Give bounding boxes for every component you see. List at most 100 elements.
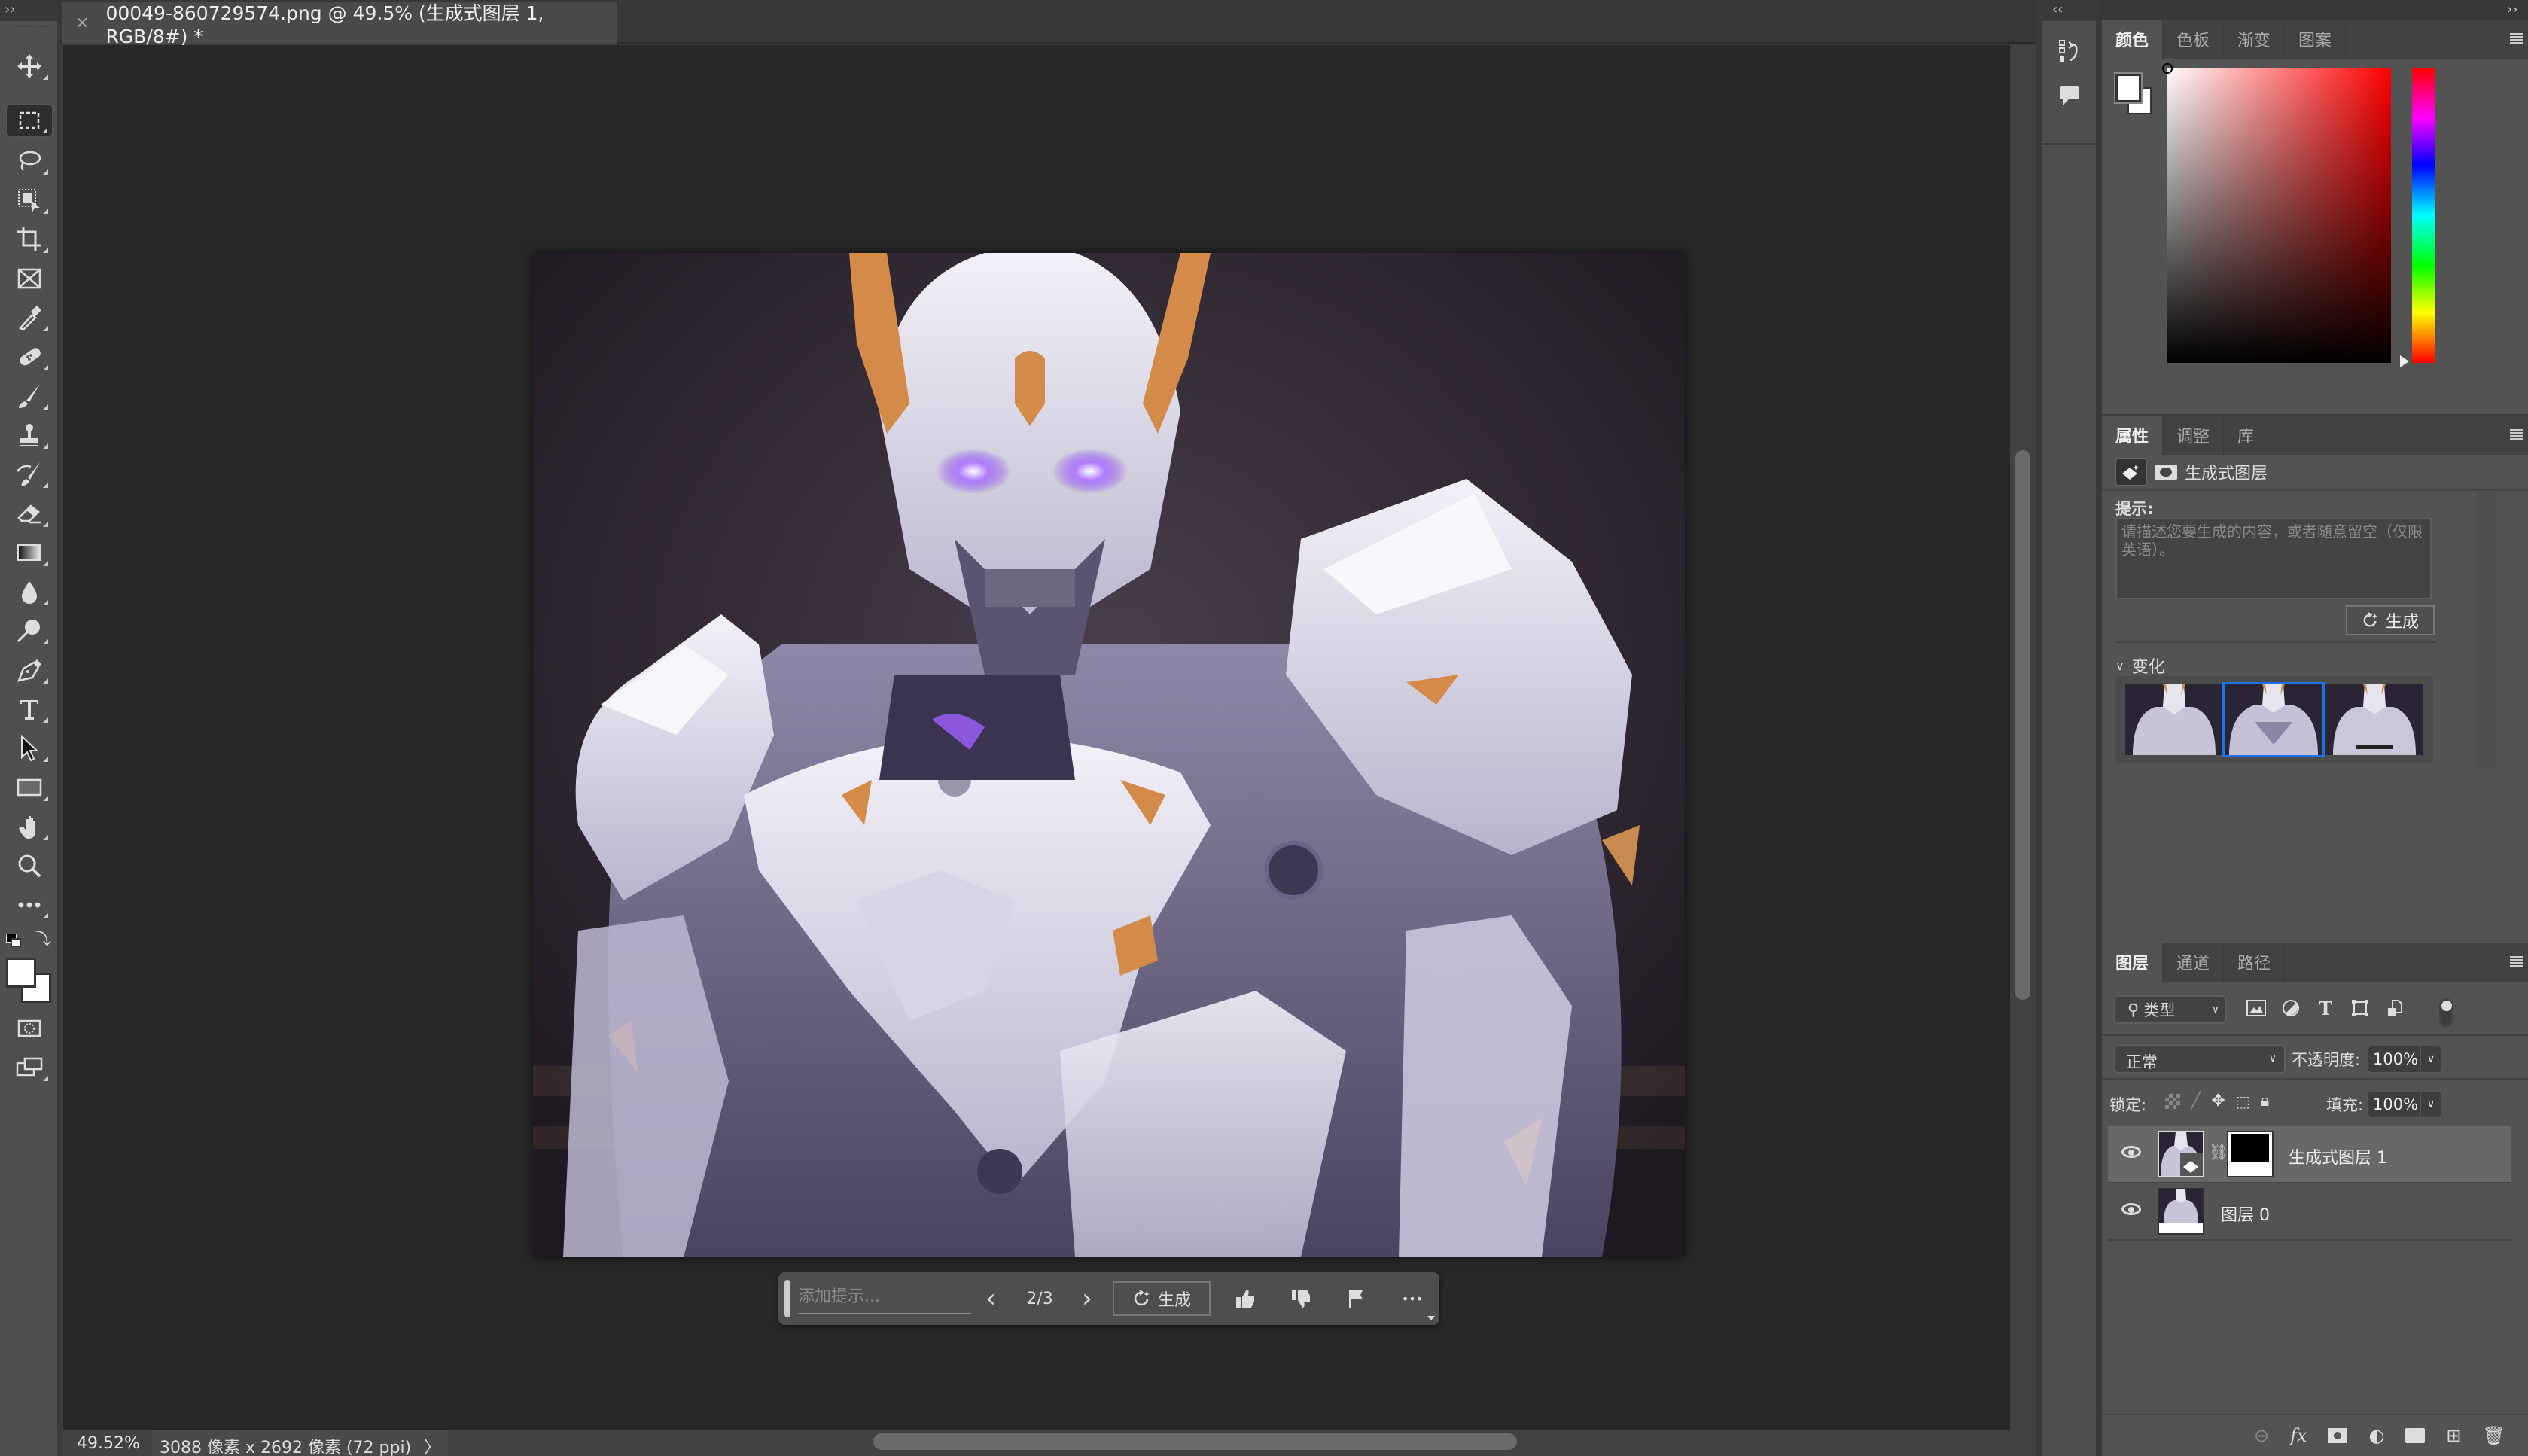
document-info[interactable]: 3088 像素 x 2692 像素 (72 ppi) 〉	[152, 1430, 449, 1456]
pixel-layer-filter-icon[interactable]	[2245, 997, 2268, 1019]
report-flag-button[interactable]	[1339, 1281, 1375, 1316]
clone-stamp-tool[interactable]	[6, 419, 53, 452]
fill-field[interactable]: 100% ∨	[2367, 1090, 2442, 1119]
previous-variation-button[interactable]: ‹	[976, 1281, 1006, 1316]
generate-button[interactable]: 生成	[1113, 1281, 1211, 1316]
next-variation-button[interactable]: ›	[1072, 1281, 1102, 1316]
prompt-textarea[interactable]	[2115, 518, 2432, 599]
saturation-brightness-picker[interactable]	[2167, 68, 2391, 363]
status-more-chevron-icon[interactable]: 〉	[424, 1439, 440, 1456]
hue-slider-handle[interactable]	[2400, 355, 2409, 367]
close-tab-icon[interactable]: ×	[75, 14, 89, 32]
zoom-level[interactable]: 49.52%	[77, 1434, 140, 1453]
layer-row-layer-0[interactable]: 图层 0	[2108, 1183, 2511, 1241]
rectangular-marquee-tool[interactable]	[6, 104, 53, 137]
variation-thumbnail-2[interactable]	[2222, 682, 2325, 757]
default-colors-icon[interactable]	[6, 934, 23, 949]
taskbar-settings-caret-icon[interactable]	[1427, 1316, 1435, 1320]
mask-link-chain-icon[interactable]: ⛓	[2209, 1143, 2228, 1161]
color-picker-marker[interactable]	[2162, 63, 2173, 74]
screen-mode-button[interactable]	[6, 1051, 53, 1084]
smart-object-filter-icon[interactable]	[2383, 997, 2406, 1019]
layer-name[interactable]: 图层 0	[2221, 1202, 2270, 1226]
taskbar-drag-handle[interactable]	[784, 1280, 790, 1317]
blur-tool[interactable]	[6, 575, 53, 608]
type-tool[interactable]	[6, 693, 53, 726]
lock-image-brush-icon[interactable]: ╱	[2191, 1092, 2201, 1110]
quick-mask-button[interactable]	[6, 1012, 53, 1045]
tab-paths[interactable]: 路径	[2224, 943, 2286, 982]
foreground-color-swatch[interactable]	[6, 958, 36, 988]
collapse-toolbar-button[interactable]: ››	[5, 2, 57, 18]
add-prompt-input[interactable]	[798, 1280, 971, 1314]
link-layers-icon[interactable]: ⊖	[2254, 1425, 2269, 1446]
type-layer-filter-icon[interactable]: T	[2314, 997, 2337, 1019]
thumbs-up-button[interactable]	[1227, 1281, 1263, 1316]
lock-position-move-icon[interactable]: ✥	[2211, 1092, 2225, 1110]
dodge-tool[interactable]	[6, 614, 53, 647]
foreground-color-swatch[interactable]	[2114, 72, 2143, 104]
document-tab[interactable]: × 00049-860729574.png @ 49.5% (生成式图层 1, …	[62, 2, 617, 47]
healing-brush-tool[interactable]	[6, 340, 53, 373]
panel-menu-icon[interactable]	[2510, 956, 2523, 967]
properties-scrollbar[interactable]	[2477, 491, 2496, 769]
chevron-down-icon[interactable]: ∨	[2420, 1046, 2441, 1072]
object-selection-tool[interactable]	[6, 184, 53, 217]
lasso-tool[interactable]	[6, 145, 53, 178]
opacity-field[interactable]: 100% ∨	[2367, 1045, 2442, 1074]
eraser-tool[interactable]	[6, 497, 53, 530]
gradient-tool[interactable]	[6, 536, 53, 569]
lock-artboard-icon[interactable]: ⬚	[2236, 1092, 2250, 1110]
expand-dock-button[interactable]: ››	[2507, 2, 2517, 17]
edit-toolbar-button[interactable]	[6, 888, 53, 921]
hand-tool[interactable]	[6, 810, 53, 843]
new-layer-icon[interactable]: ⊞	[2446, 1425, 2461, 1446]
generative-layer-icon[interactable]	[2115, 458, 2147, 486]
layer-filter-toggle[interactable]	[2439, 998, 2453, 1027]
add-mask-icon[interactable]	[2328, 1428, 2348, 1443]
thumbs-down-button[interactable]	[1283, 1281, 1319, 1316]
history-panel-button[interactable]	[2057, 38, 2084, 65]
swap-colors-icon[interactable]: ⤵	[35, 932, 53, 950]
lock-all-padlock-icon[interactable]: 🔒︎	[2261, 1092, 2270, 1110]
layer-filter-dropdown[interactable]: ⚲ 类型 ∨	[2114, 995, 2227, 1024]
more-options-button[interactable]: •••	[1394, 1281, 1430, 1316]
tab-patterns[interactable]: 图案	[2285, 20, 2347, 59]
generate-button[interactable]: 生成	[2346, 605, 2435, 635]
comments-panel-button[interactable]	[2057, 81, 2084, 108]
tab-swatches[interactable]: 色板	[2163, 20, 2225, 59]
layer-name[interactable]: 生成式图层 1	[2289, 1144, 2387, 1168]
variation-thumbnail-1[interactable]	[2123, 682, 2225, 757]
crop-tool[interactable]	[6, 223, 53, 256]
canvas-image-mech-armor[interactable]	[533, 253, 1685, 1257]
panel-menu-icon[interactable]	[2510, 33, 2523, 44]
tab-libraries[interactable]: 库	[2224, 416, 2269, 455]
rectangle-tool[interactable]	[6, 771, 53, 804]
path-selection-tool[interactable]	[6, 732, 53, 765]
variations-section-toggle[interactable]: ∨ 变化	[2115, 653, 2165, 678]
adjustment-layer-filter-icon[interactable]	[2280, 997, 2302, 1019]
layer-mask-icon[interactable]	[2155, 465, 2177, 480]
visibility-eye-icon[interactable]	[2121, 1146, 2141, 1158]
layer-mask-thumbnail[interactable]	[2227, 1131, 2274, 1177]
layer-row-generative-layer-1[interactable]: ⛓ 生成式图层 1	[2108, 1126, 2511, 1183]
brush-tool[interactable]	[6, 379, 53, 413]
group-folder-icon[interactable]	[2405, 1428, 2426, 1443]
shape-layer-filter-icon[interactable]	[2349, 997, 2371, 1019]
chevron-down-icon[interactable]: ∨	[2420, 1092, 2441, 1117]
collapse-dock-button[interactable]: ‹‹	[2052, 2, 2063, 17]
frame-tool[interactable]	[6, 262, 53, 295]
hue-slider[interactable]	[2412, 68, 2435, 363]
layer-thumbnail[interactable]	[2158, 1131, 2204, 1177]
eyedropper-tool[interactable]	[6, 301, 53, 334]
tab-gradients[interactable]: 渐变	[2224, 20, 2286, 59]
panel-grip[interactable]	[14, 26, 47, 32]
vertical-scrollbar-thumb[interactable]	[2015, 450, 2030, 1000]
history-brush-tool[interactable]	[6, 458, 53, 491]
move-tool[interactable]	[6, 50, 53, 83]
tab-channels[interactable]: 通道	[2163, 943, 2225, 982]
tab-color[interactable]: 颜色	[2102, 20, 2164, 59]
tab-adjustments[interactable]: 调整	[2163, 416, 2225, 455]
trash-icon[interactable]: 🗑︎	[2483, 1425, 2505, 1446]
panel-menu-icon[interactable]	[2510, 429, 2523, 440]
